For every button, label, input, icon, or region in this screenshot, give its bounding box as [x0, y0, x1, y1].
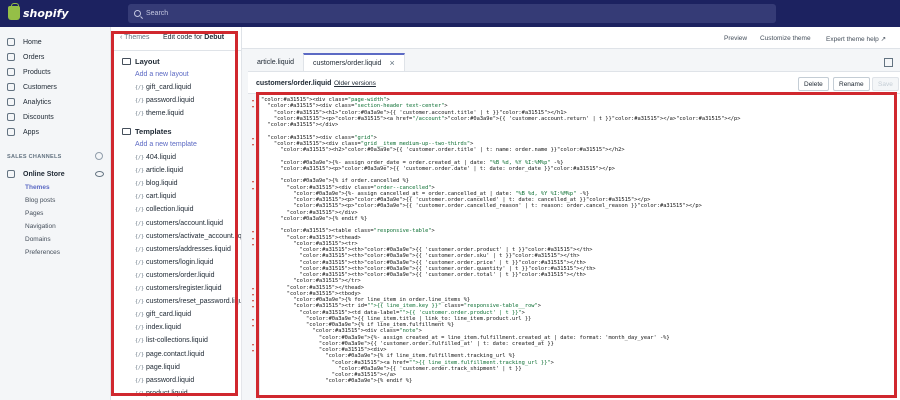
nav-label: Products	[23, 68, 51, 76]
nav-item-apps[interactable]: Apps	[7, 126, 39, 138]
nav-sub-themes[interactable]: Themes	[25, 184, 50, 191]
fold-toggle-icon[interactable]: ▾	[252, 323, 254, 328]
nav-item-home[interactable]: Home	[7, 36, 42, 48]
nav-item-analytics[interactable]: Analytics	[7, 96, 51, 108]
nav-label: Discounts	[23, 113, 54, 121]
nav-item-customers[interactable]: Customers	[7, 81, 57, 93]
editor-top-actions: Preview Customize theme Expert theme hel…	[242, 27, 900, 49]
preview-link[interactable]: Preview	[724, 35, 747, 42]
fold-toggle-icon[interactable]: ▾	[252, 104, 254, 109]
nav-label: Customers	[23, 83, 57, 91]
tab-customers-order[interactable]: customers/order.liquid ×	[302, 53, 405, 71]
tag-icon	[7, 68, 15, 76]
customers-icon	[7, 83, 15, 91]
fold-toggle-icon[interactable]: ▾	[252, 342, 254, 347]
nav-sub-blog-posts[interactable]: Blog posts	[25, 197, 55, 204]
nav-item-products[interactable]: Products	[7, 66, 51, 78]
expand-icon[interactable]	[884, 58, 893, 67]
nav-label: Online Store	[23, 170, 65, 178]
tab-label: customers/order.liquid	[312, 59, 382, 67]
nav-label: Analytics	[23, 98, 52, 106]
expert-help-link[interactable]: Expert theme help ↗	[826, 35, 886, 43]
nav-label: Home	[23, 38, 42, 46]
nav-sub-pages[interactable]: Pages	[25, 210, 43, 217]
store-icon	[7, 170, 15, 178]
file-toolbar: customers/order.liquid Older versions De…	[248, 71, 900, 93]
current-file-name: customers/order.liquid	[256, 80, 332, 87]
search-placeholder: Search	[146, 10, 169, 17]
search-icon	[134, 10, 141, 17]
nav-item-online-store[interactable]: Online Store	[7, 168, 65, 180]
nav-label: Orders	[23, 53, 45, 61]
fold-toggle-icon[interactable]: ▾	[252, 304, 254, 309]
highlight-box-code	[256, 92, 897, 398]
fold-toggle-icon[interactable]: ▾	[252, 242, 254, 247]
top-bar: shopify Search	[0, 0, 900, 27]
discount-icon	[7, 113, 15, 121]
external-link-icon: ↗	[880, 36, 887, 43]
fold-toggle-icon[interactable]: ▾	[252, 286, 254, 291]
fold-toggle-icon[interactable]: ▾	[252, 348, 254, 353]
add-channel-icon[interactable]	[95, 152, 103, 160]
fold-toggle-icon[interactable]: ▾	[252, 229, 254, 234]
fold-toggle-icon[interactable]: ▾	[252, 317, 254, 322]
apps-icon	[7, 128, 15, 136]
nav-label: Apps	[23, 128, 39, 136]
logo-text: shopify	[23, 6, 69, 20]
eye-icon[interactable]	[95, 171, 104, 177]
older-versions-link[interactable]: Older versions	[334, 80, 376, 87]
customize-theme-link[interactable]: Customize theme	[760, 35, 811, 42]
file-tabs: article.liquid customers/order.liquid ×	[248, 53, 405, 71]
fold-toggle-icon[interactable]: ▾	[252, 236, 254, 241]
rename-button[interactable]: Rename	[833, 77, 870, 91]
highlight-box-file-list	[111, 31, 238, 396]
shopping-bag-icon	[8, 3, 20, 20]
tab-label: article.liquid	[257, 58, 294, 66]
nav-sub-preferences[interactable]: Preferences	[25, 249, 60, 256]
nav-item-discounts[interactable]: Discounts	[7, 111, 54, 123]
chart-icon	[7, 98, 15, 106]
shopify-logo[interactable]: shopify	[8, 3, 69, 20]
admin-sidebar: Home Orders Products Customers Analytics…	[0, 27, 111, 400]
nav-item-orders[interactable]: Orders	[7, 51, 44, 63]
fold-toggle-icon[interactable]: ▾	[252, 136, 254, 141]
orders-icon	[7, 53, 15, 61]
tab-article[interactable]: article.liquid	[248, 53, 303, 71]
save-button[interactable]: Save	[872, 77, 899, 91]
expert-label: Expert theme help	[826, 36, 879, 43]
home-icon	[7, 38, 15, 46]
fold-toggle-icon[interactable]: ▾	[252, 298, 254, 303]
fold-toggle-icon[interactable]: ▾	[252, 179, 254, 184]
nav-sub-navigation[interactable]: Navigation	[25, 223, 56, 230]
fold-toggle-icon[interactable]: ▾	[252, 292, 254, 297]
sales-channels-heading: SALES CHANNELS	[7, 154, 62, 160]
delete-button[interactable]: Delete	[798, 77, 829, 91]
fold-toggle-icon[interactable]: ▾	[252, 98, 254, 103]
fold-toggle-icon[interactable]: ▾	[252, 142, 254, 147]
nav-sub-domains[interactable]: Domains	[25, 236, 51, 243]
fold-toggle-icon[interactable]: ▾	[252, 186, 254, 191]
search-input[interactable]: Search	[128, 4, 776, 23]
close-icon[interactable]: ×	[389, 58, 394, 68]
